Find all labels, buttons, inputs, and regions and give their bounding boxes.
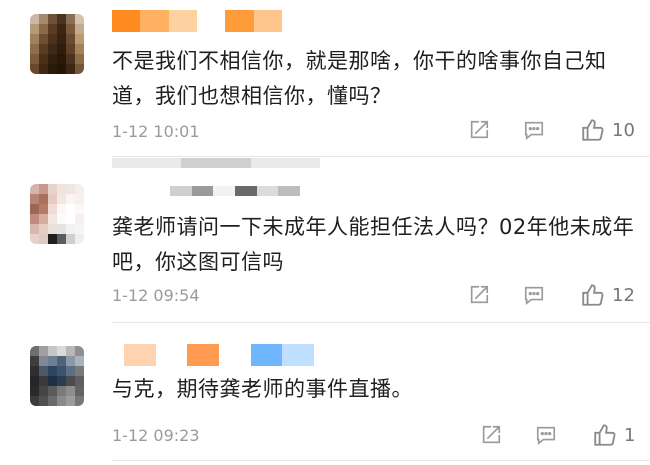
like-button[interactable]: 10: [580, 117, 635, 143]
comment-text: 龚老师请问一下未成年人能担任法人吗？02年他未成年吧，你这图可信吗: [112, 215, 635, 274]
username-blurred[interactable]: [170, 186, 300, 196]
comment-time: 1-12 10:01: [112, 122, 200, 141]
like-count: 12: [612, 284, 635, 306]
like-button[interactable]: 1: [592, 422, 635, 448]
comment-icon: [524, 121, 544, 140]
like-button[interactable]: 12: [580, 282, 635, 308]
comment-button[interactable]: [522, 119, 546, 141]
comment-button[interactable]: [522, 284, 546, 306]
like-count: 1: [624, 424, 636, 446]
comment-text: 不是我们不相信你，就是那啥，你干的啥事你自己知道，我们也想相信你，懂吗？: [112, 49, 607, 108]
comment-time: 1-12 09:23: [112, 426, 200, 445]
thumbs-up-icon: [582, 119, 604, 141]
avatar[interactable]: [30, 184, 84, 244]
username-blurred[interactable]: [112, 10, 282, 32]
comment-text: 与克，期待龚老师的事件直播。: [112, 377, 413, 401]
thumbs-up-icon: [594, 424, 616, 446]
comment-icon: [524, 286, 544, 305]
comment-icon: [536, 426, 556, 445]
comment-actions: 1: [480, 422, 635, 448]
username-blurred[interactable]: [124, 344, 314, 366]
reply-preview-blurred[interactable]: [112, 158, 320, 168]
share-button[interactable]: [480, 424, 502, 446]
share-button[interactable]: [468, 284, 490, 306]
avatar[interactable]: [30, 14, 84, 74]
share-icon: [482, 425, 501, 444]
thumbs-up-icon: [582, 284, 604, 306]
like-count: 10: [612, 119, 635, 141]
share-button[interactable]: [468, 119, 490, 141]
comment-button[interactable]: [534, 424, 558, 446]
divider: [112, 322, 650, 323]
avatar[interactable]: [30, 346, 84, 406]
share-icon: [470, 120, 489, 139]
share-icon: [470, 285, 489, 304]
comment-time: 1-12 09:54: [112, 286, 200, 305]
comment-actions: 12: [468, 282, 635, 308]
divider: [112, 460, 650, 461]
divider: [112, 156, 650, 157]
comment-actions: 10: [468, 117, 635, 143]
